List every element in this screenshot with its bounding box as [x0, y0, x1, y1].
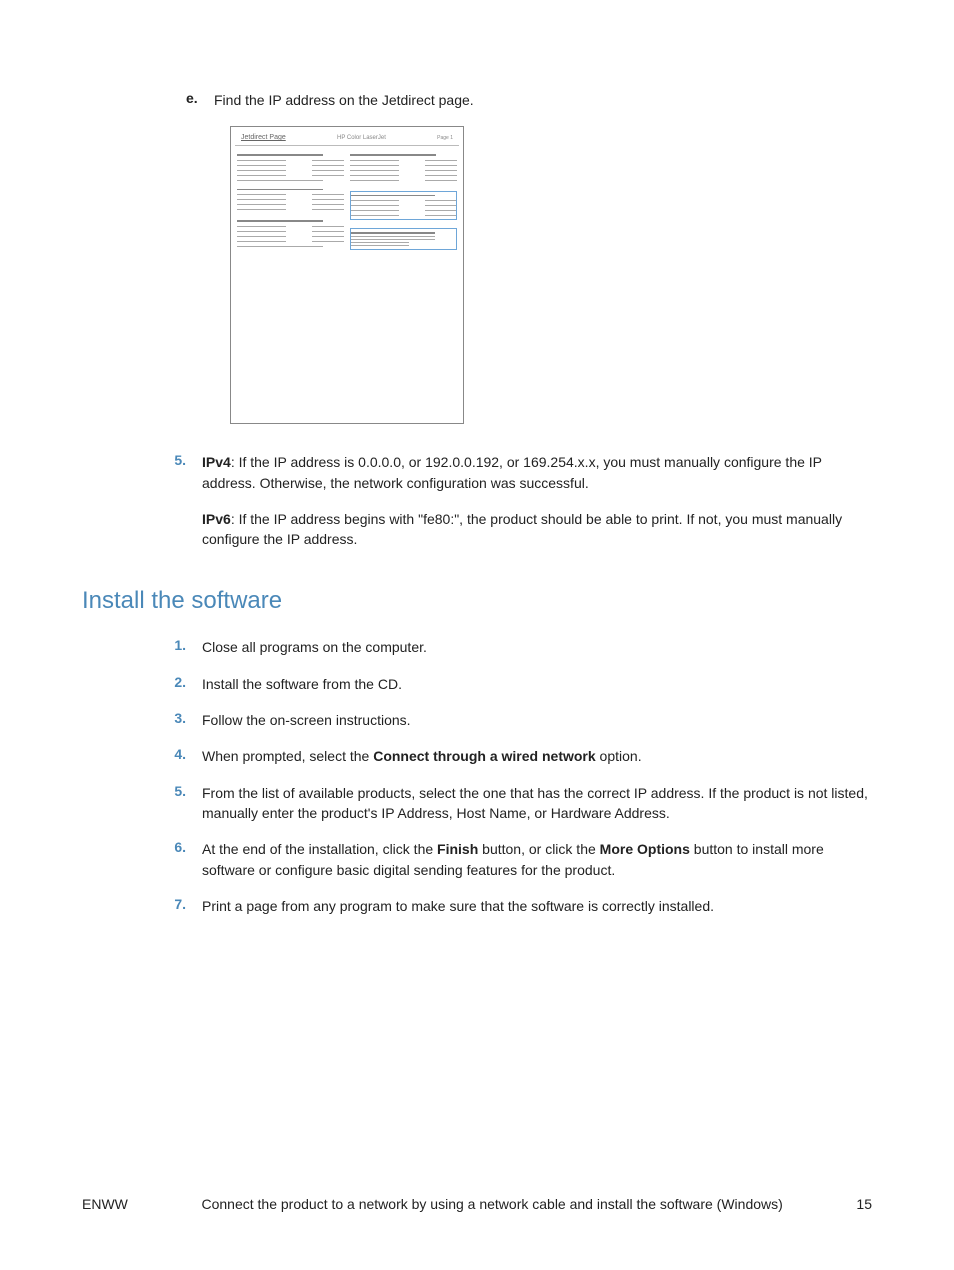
install-step-6-marker: 6.	[160, 839, 186, 880]
footer-center: Connect the product to a network by usin…	[146, 1196, 839, 1212]
install-step-4: 4. When prompted, select the Connect thr…	[160, 746, 872, 766]
jetdirect-illustration: Jetdirect Page HP Color LaserJet Page 1	[230, 126, 872, 424]
install-step-7-text: Print a page from any program to make su…	[202, 896, 714, 916]
step-5-marker: 5.	[160, 452, 186, 493]
s6-mid: button, or click the	[478, 841, 599, 857]
s4-bold: Connect through a wired network	[373, 748, 595, 764]
jetdirect-center: HP Color LaserJet	[337, 135, 386, 141]
install-step-4-marker: 4.	[160, 746, 186, 766]
footer-left: ENWW	[82, 1196, 128, 1212]
ipv4-text: : If the IP address is 0.0.0.0, or 192.0…	[202, 454, 822, 490]
step-5: 5. IPv4: If the IP address is 0.0.0.0, o…	[160, 452, 872, 493]
footer-right: 15	[856, 1196, 872, 1212]
install-step-1-text: Close all programs on the computer.	[202, 637, 427, 657]
install-step-7: 7. Print a page from any program to make…	[160, 896, 872, 916]
s4-pre: When prompted, select the	[202, 748, 373, 764]
page-footer: ENWW Connect the product to a network by…	[82, 1196, 872, 1212]
substep-e-marker: e.	[186, 90, 214, 110]
section-heading: Install the software	[82, 587, 872, 615]
install-step-6-text: At the end of the installation, click th…	[202, 839, 872, 880]
jetdirect-title: Jetdirect Page	[241, 134, 286, 141]
install-step-5: 5. From the list of available products, …	[160, 783, 872, 824]
install-step-7-marker: 7.	[160, 896, 186, 916]
step-5-ipv6: IPv6: If the IP address begins with "fe8…	[202, 509, 872, 550]
ipv6-label: IPv6	[202, 511, 231, 527]
s6-pre: At the end of the installation, click th…	[202, 841, 437, 857]
install-step-2: 2. Install the software from the CD.	[160, 674, 872, 694]
install-step-3-marker: 3.	[160, 710, 186, 730]
s4-post: option.	[596, 748, 642, 764]
install-step-5-text: From the list of available products, sel…	[202, 783, 872, 824]
install-step-6: 6. At the end of the installation, click…	[160, 839, 872, 880]
substep-e: e. Find the IP address on the Jetdirect …	[186, 90, 872, 110]
install-step-2-marker: 2.	[160, 674, 186, 694]
ipv4-label: IPv4	[202, 454, 231, 470]
substep-e-text: Find the IP address on the Jetdirect pag…	[214, 90, 474, 110]
install-step-3-text: Follow the on-screen instructions.	[202, 710, 411, 730]
install-step-2-text: Install the software from the CD.	[202, 674, 402, 694]
ipv6-text: : If the IP address begins with "fe80:",…	[202, 511, 842, 547]
install-step-1-marker: 1.	[160, 637, 186, 657]
install-step-3: 3. Follow the on-screen instructions.	[160, 710, 872, 730]
install-step-5-marker: 5.	[160, 783, 186, 824]
install-step-4-text: When prompted, select the Connect throug…	[202, 746, 642, 766]
step-5-ipv4: IPv4: If the IP address is 0.0.0.0, or 1…	[202, 452, 872, 493]
s6-b2: More Options	[600, 841, 690, 857]
jetdirect-page-num: Page 1	[437, 135, 453, 141]
s6-b1: Finish	[437, 841, 478, 857]
install-step-1: 1. Close all programs on the computer.	[160, 637, 872, 657]
